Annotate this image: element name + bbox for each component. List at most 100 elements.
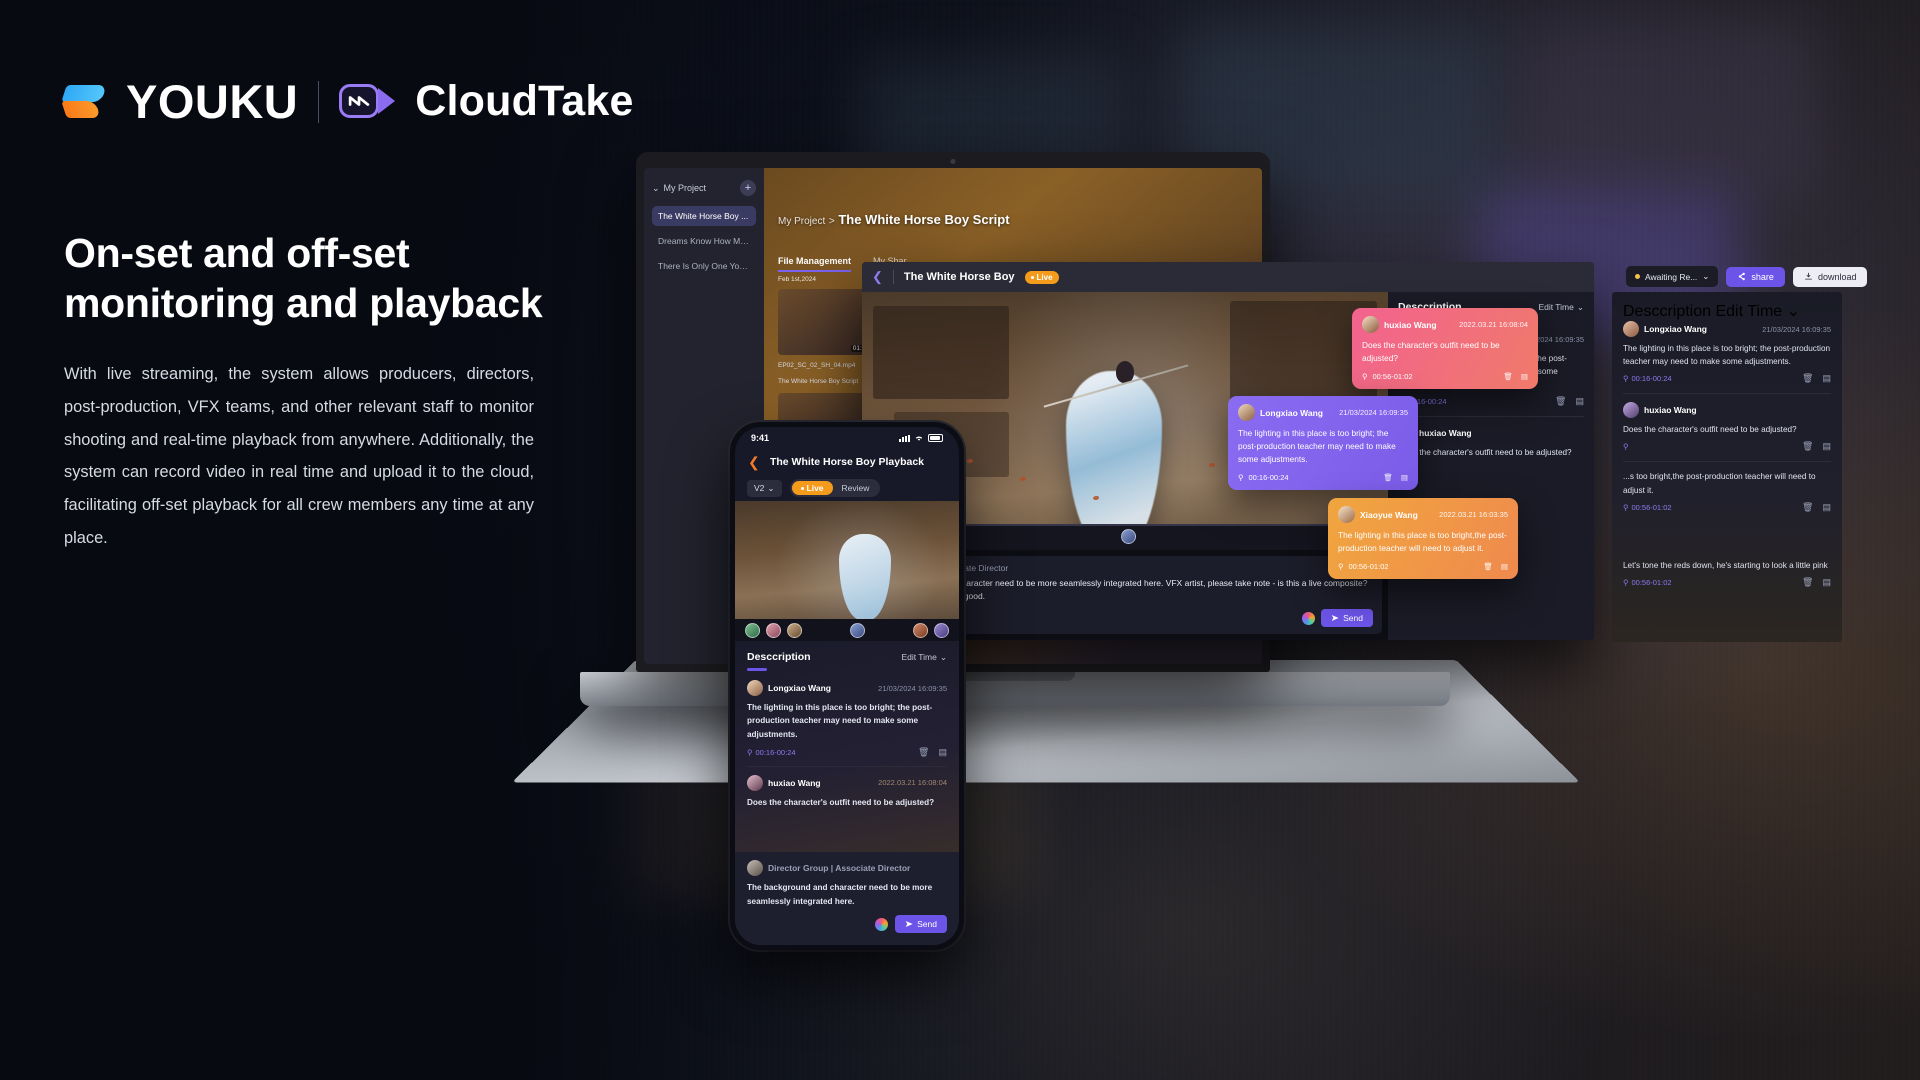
status-badge[interactable]: Awaiting Re... ⌄: [1626, 266, 1719, 287]
trash-icon[interactable]: 🗑: [1483, 562, 1493, 571]
live-dot-icon: [800, 486, 804, 490]
avatar[interactable]: [913, 622, 928, 638]
trash-icon[interactable]: 🗑: [1802, 373, 1813, 384]
tab-live-label: Live: [806, 483, 824, 493]
trash-icon[interactable]: 🗑: [1383, 473, 1393, 482]
trash-icon[interactable]: 🗑: [1802, 441, 1813, 452]
mobile-edit-time-button[interactable]: Edit Time ⌄: [901, 652, 947, 663]
share-icon: [1739, 272, 1746, 281]
composer-text[interactable]: The background and character need to be …: [747, 881, 947, 908]
add-project-button[interactable]: +: [740, 180, 756, 196]
youku-logo-icon: [61, 84, 107, 119]
avatar[interactable]: [745, 622, 760, 638]
hero-body-text: With live streaming, the system allows p…: [64, 365, 534, 548]
avatar[interactable]: [850, 622, 865, 638]
tab-live[interactable]: Live: [791, 481, 833, 495]
logo-divider: [318, 80, 320, 123]
mobile-composer[interactable]: Director Group | Associate Director The …: [735, 852, 959, 945]
color-palette-icon[interactable]: [1302, 611, 1316, 625]
side-panel-title: Desccription: [1623, 303, 1712, 320]
comment-author: Longxiao Wang: [1644, 324, 1707, 334]
chevron-left-icon[interactable]: ❮: [748, 454, 760, 471]
comment-timestamp[interactable]: ⚲ 00:56-01:02: [1623, 503, 1672, 512]
download-button[interactable]: download: [1792, 266, 1868, 287]
status-bar: 9:41: [735, 427, 959, 449]
edit-time-button[interactable]: Edit Time ⌄: [1538, 302, 1584, 313]
send-label: Send: [1343, 613, 1363, 623]
composer-author: Director Group | Associate Director: [768, 863, 911, 874]
signal-icon: [899, 434, 910, 442]
comment-icon[interactable]: ▤: [1822, 502, 1831, 513]
live-review-segment: Live Review: [789, 479, 881, 497]
avatar: [747, 774, 763, 791]
comment-timestamp[interactable]: ⚲ 00:16-00:24: [747, 748, 796, 757]
floating-comment-bubble-orange[interactable]: Xiaoyue Wang 2022.03.21 16:03:35 The lig…: [1328, 498, 1518, 579]
floating-comment-bubble-purple[interactable]: Longxiao Wang 21/03/2024 16:09:35 The li…: [1228, 396, 1418, 490]
trash-icon[interactable]: 🗑: [1802, 577, 1813, 588]
mobile-comments-title: Desccription: [747, 651, 811, 663]
file-card-thumbnail[interactable]: 01:35: [778, 289, 874, 355]
avatar[interactable]: [1121, 529, 1137, 545]
sidebar-item-project-3[interactable]: There Is Only One You in ...: [652, 256, 756, 276]
comment-icon[interactable]: ▤: [938, 747, 947, 758]
divider: [1623, 461, 1831, 463]
comment-actions: 🗑 ▤: [1555, 396, 1584, 407]
bubble-date: 2022.03.21 16:03:35: [1439, 510, 1508, 519]
avatar: [747, 680, 763, 696]
comment-timestamp[interactable]: ⚲: [1623, 442, 1629, 451]
breadcrumb-parent[interactable]: My Project: [778, 216, 825, 227]
live-dot-icon: [1030, 275, 1034, 279]
pin-icon: ⚲: [1623, 374, 1629, 384]
comment-icon[interactable]: ▤: [1822, 373, 1831, 384]
mobile-video-player[interactable]: [735, 501, 959, 619]
bubble-text: The lighting in this place is too bright…: [1238, 428, 1396, 464]
edit-time-button[interactable]: Edit Time ⌄: [1715, 303, 1800, 320]
comment-text: Does the character's outfit need to be a…: [1623, 425, 1797, 435]
comment-icon[interactable]: ▤: [1521, 372, 1528, 381]
mobile-comment-item: Longxiao Wang 21/03/2024 16:09:35 The li…: [747, 680, 947, 758]
divider: [1398, 416, 1584, 418]
page-title: On-set and off-set monitoring and playba…: [64, 228, 684, 328]
sidebar-item-project-2[interactable]: Dreams Know How Much: [652, 231, 756, 251]
floating-comment-bubble-pink[interactable]: huxiao Wang 2022.03.21 16:08:04 Does the…: [1352, 308, 1538, 389]
bubble-author: Longxiao Wang: [1260, 407, 1323, 418]
chevron-down-icon: ⌄: [767, 482, 775, 493]
send-button[interactable]: Send: [895, 915, 947, 933]
avatar[interactable]: [787, 622, 802, 638]
live-label: Live: [1036, 272, 1053, 282]
file-card-filename: EP02_SC_02_SH_04.mp4: [778, 362, 856, 369]
comment-icon[interactable]: ▤: [1822, 577, 1831, 588]
avatar[interactable]: [934, 622, 949, 638]
avatar[interactable]: [766, 622, 781, 638]
pin-icon: ⚲: [1623, 502, 1629, 512]
trash-icon[interactable]: 🗑: [1503, 372, 1513, 381]
window-header: ❮ The White Horse Boy Live: [862, 262, 1594, 292]
comment-icon[interactable]: ▤: [1575, 396, 1584, 407]
share-button[interactable]: share: [1726, 266, 1785, 287]
tab-file-management[interactable]: File Management: [778, 256, 852, 272]
comment-timestamp-label: 00:56-01:02: [1631, 577, 1672, 587]
send-button[interactable]: Send: [1321, 609, 1373, 627]
avatar: [1338, 506, 1355, 523]
chevron-left-icon[interactable]: ❮: [872, 269, 883, 285]
trash-icon[interactable]: 🗑: [918, 747, 929, 758]
tab-review[interactable]: Review: [833, 481, 879, 495]
bubble-actions: 🗑 ▤: [1503, 372, 1528, 381]
status-time: 9:41: [751, 433, 770, 443]
bubble-footer: ⚲ 00:16-00:24 🗑 ▤: [1238, 473, 1408, 482]
comment-icon[interactable]: ▤: [1501, 562, 1508, 571]
comment-footer: ⚲ 00:56-01:02 🗑 ▤: [1623, 577, 1831, 588]
trash-icon[interactable]: 🗑: [1555, 396, 1566, 407]
comment-timestamp[interactable]: ⚲ 00:16-00:24: [1623, 374, 1672, 383]
pin-icon: ⚲: [747, 747, 753, 757]
pin-icon: ⚲: [1238, 472, 1244, 482]
comment-icon[interactable]: ▤: [1401, 473, 1408, 482]
comment-icon[interactable]: ▤: [1822, 441, 1831, 452]
comment-timestamp[interactable]: ⚲ 00:56-01:02: [1623, 578, 1672, 587]
color-palette-icon[interactable]: [875, 917, 889, 931]
trash-icon[interactable]: 🗑: [1802, 502, 1813, 513]
sidebar-item-project-1[interactable]: The White Horse Boy ...: [652, 206, 756, 226]
file-card-date: Feb 1st,2024: [778, 276, 816, 283]
comment-footer: ⚲ 00:56-01:02 🗑 ▤: [1623, 502, 1831, 513]
version-selector[interactable]: V2 ⌄: [747, 479, 782, 497]
